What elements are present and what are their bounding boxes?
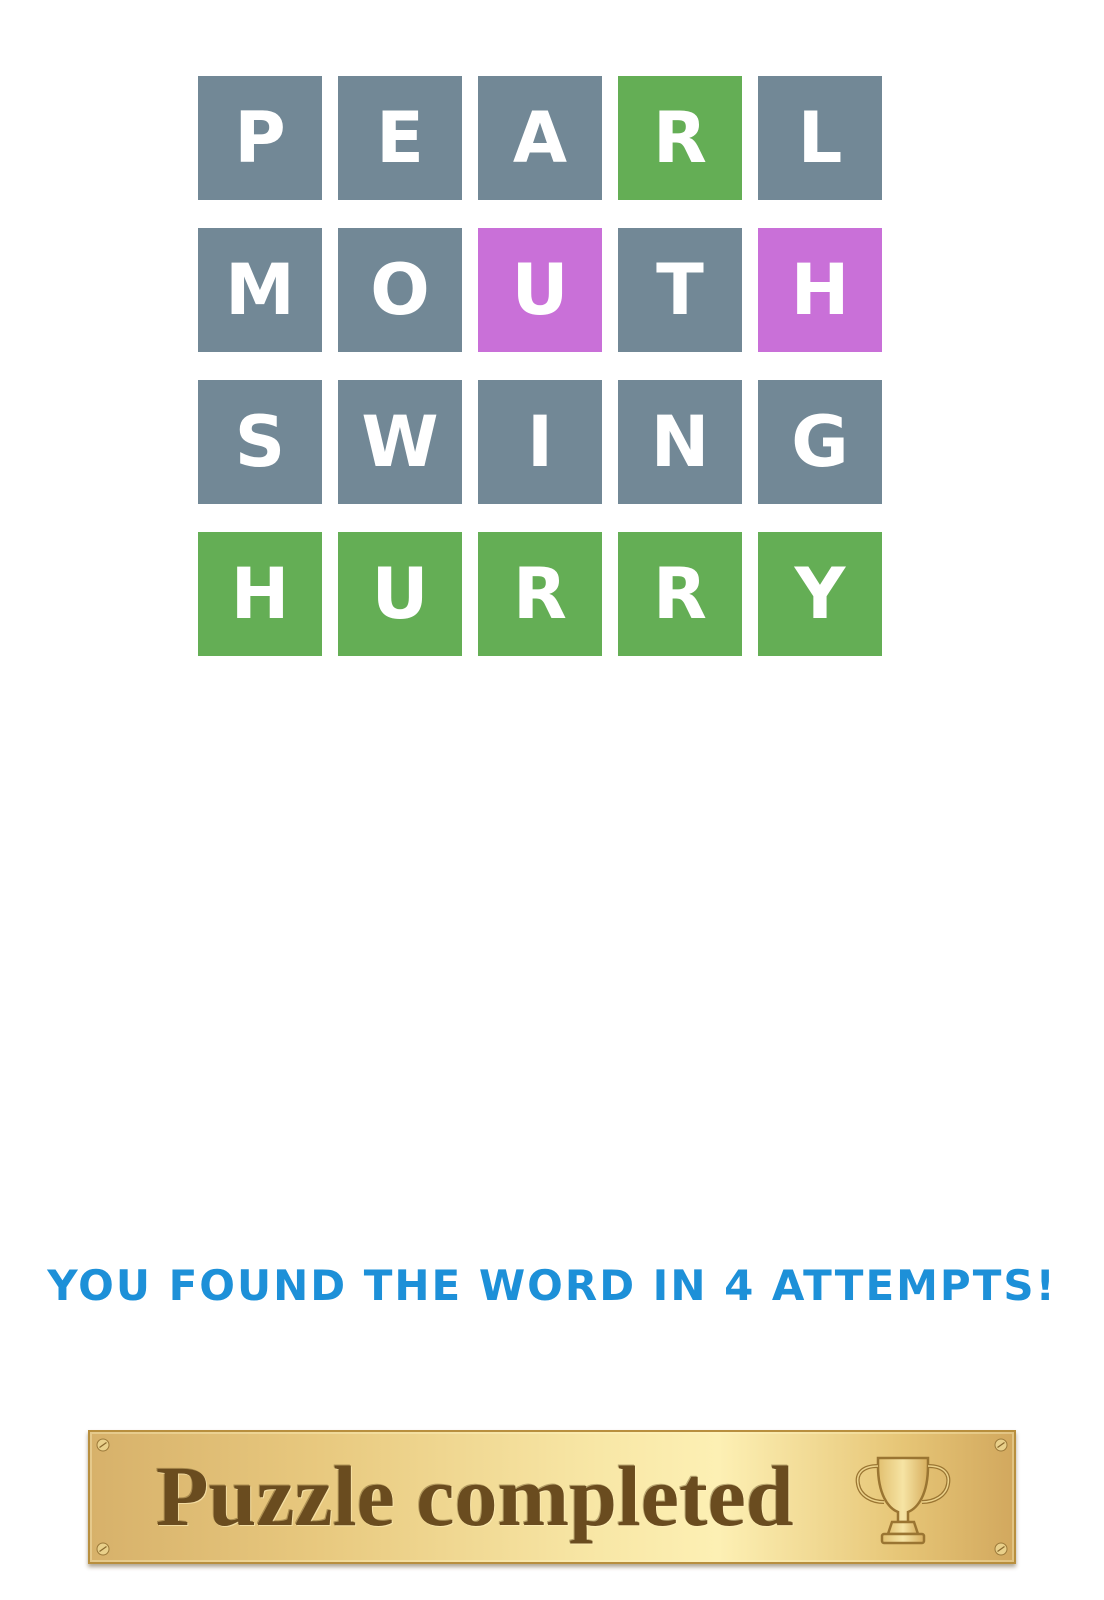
tile: R [618,76,742,200]
tile: R [478,532,602,656]
tile: Y [758,532,882,656]
plaque-text: Puzzle completed [156,1448,794,1544]
screw-icon [994,1438,1008,1452]
tile: G [758,380,882,504]
screw-icon [96,1438,110,1452]
tile: H [198,532,322,656]
tile: O [338,228,462,352]
screw-icon [994,1542,1008,1556]
tile: R [618,532,742,656]
tile: P [198,76,322,200]
tile: M [198,228,322,352]
tile: L [758,76,882,200]
tile: S [198,380,322,504]
tile: U [478,228,602,352]
game-board: P E A R L M O U T H S W I N G H U R R Y [198,76,882,656]
result-message: YOU FOUND THE WORD IN 4 ATTEMPTS! [47,1261,1057,1310]
tile: I [478,380,602,504]
screw-icon [96,1542,110,1556]
tile: W [338,380,462,504]
tile: A [478,76,602,200]
tile: T [618,228,742,352]
tile: H [758,228,882,352]
trophy-icon [855,1456,951,1545]
tile: U [338,532,462,656]
puzzle-completed-plaque: Puzzle completed [88,1430,1016,1564]
tile: N [618,380,742,504]
tile: E [338,76,462,200]
